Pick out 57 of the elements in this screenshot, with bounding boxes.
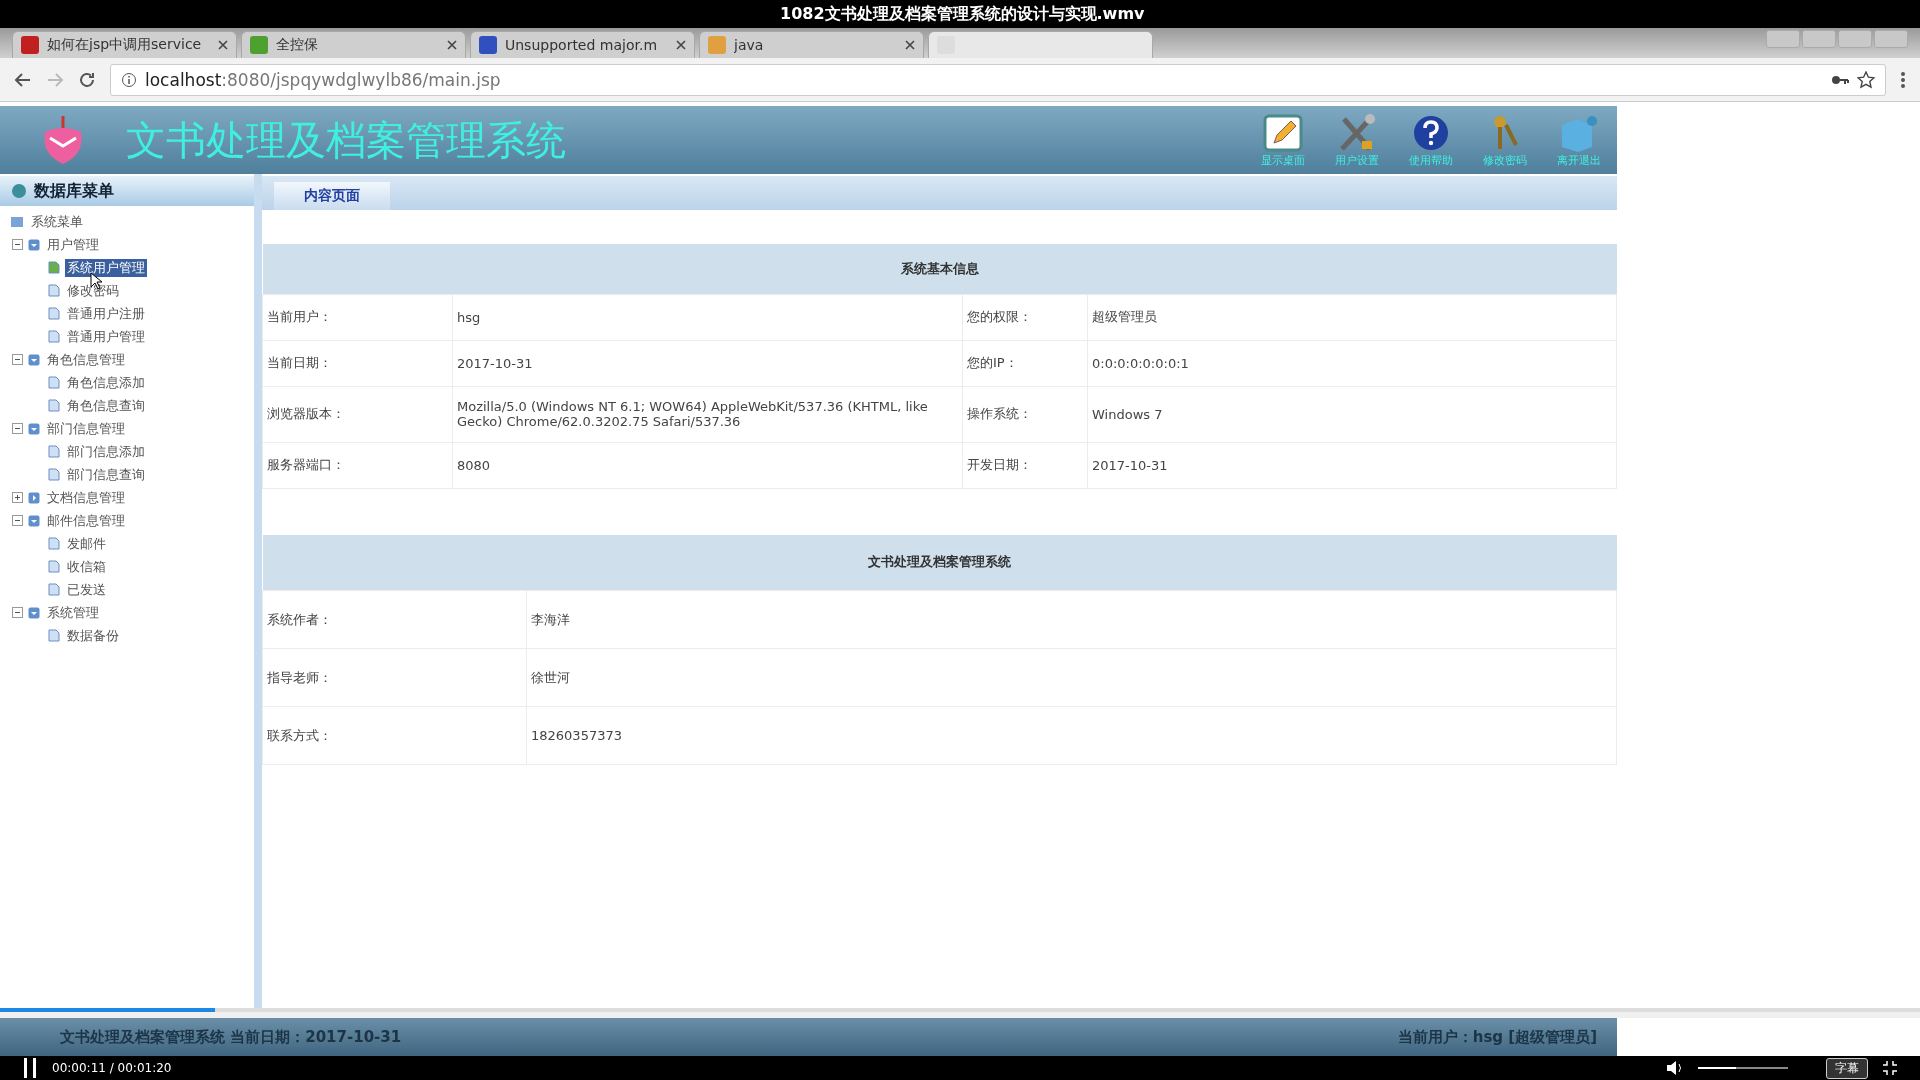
address-field[interactable]: localhost:8080/jspqywdglwylb86/main.jsp	[110, 63, 1886, 96]
field-label: 联系方式：	[262, 706, 527, 765]
tree-folder[interactable]: 部门信息管理	[45, 419, 127, 438]
browser-tab[interactable]: java	[699, 31, 924, 58]
field-label: 当前日期：	[262, 340, 453, 386]
tree-item[interactable]: 普通用户管理	[65, 327, 147, 346]
browser-tab[interactable]: Unsupported major.m	[470, 31, 695, 58]
tree-item[interactable]: 修改密码	[65, 281, 121, 300]
tree-item[interactable]: 部门信息添加	[65, 442, 147, 461]
tree-item[interactable]: 系统用户管理	[65, 258, 147, 277]
tree-item[interactable]: 数据备份	[65, 626, 121, 645]
tree-item[interactable]: 系统菜单	[29, 212, 85, 231]
field-label: 系统作者：	[262, 590, 527, 649]
content-tab[interactable]: 内容页面	[274, 182, 390, 210]
tree-folder[interactable]: 系统管理	[45, 603, 101, 622]
table-cell: 0:0:0:0:0:0:0:1	[1087, 340, 1617, 386]
table-cell: 8080	[452, 442, 963, 488]
table-cell: 2017-10-31	[452, 340, 963, 386]
field-label: 服务器端口：	[262, 442, 453, 488]
tree-item[interactable]: 已发送	[65, 580, 108, 599]
field-label: 当前用户：	[262, 294, 453, 340]
table-cell: 18260357373	[526, 706, 1617, 765]
tree-item[interactable]: 普通用户注册	[65, 304, 147, 323]
tree-item[interactable]: 角色信息添加	[65, 373, 147, 392]
field-label: 您的IP：	[962, 340, 1088, 386]
field-label: 浏览器版本：	[262, 386, 453, 442]
table-cell: 2017-10-31	[1087, 442, 1617, 488]
tree-folder[interactable]: 邮件信息管理	[45, 511, 127, 530]
tree-item[interactable]: 收信箱	[65, 557, 108, 576]
browser-tab[interactable]: 全控保	[241, 31, 466, 58]
field-label: 指导老师：	[262, 648, 527, 707]
section-header: 系统基本信息	[262, 244, 1617, 294]
table-cell: 徐世河	[526, 648, 1617, 707]
app-title: 文书处理及档案管理系统	[126, 115, 566, 165]
field-label: 操作系统：	[962, 386, 1088, 442]
tree-folder[interactable]: 文档信息管理	[45, 488, 127, 507]
tree-item[interactable]: 角色信息查询	[65, 396, 147, 415]
table-cell: Mozilla/5.0 (Windows NT 6.1; WOW64) AppleWebKit/537.36 (KHTML, like Gecko) Chrome/62.0.3202.75 Safari/537.36	[452, 386, 963, 442]
video-time: 00:00:11 / 00:01:20	[52, 1061, 172, 1075]
subtitle-button[interactable]: 字幕	[1826, 1057, 1868, 1079]
tree-folder[interactable]: 角色信息管理	[45, 350, 127, 369]
url-text: localhost:8080/jspqywdglwylb86/main.jsp	[145, 69, 501, 90]
field-label: 开发日期：	[962, 442, 1088, 488]
tree-item[interactable]: 部门信息查询	[65, 465, 147, 484]
table-cell: hsg	[452, 294, 963, 340]
status-user: 当前用户：hsg [超级管理员]	[1397, 1027, 1597, 1047]
browser-tab[interactable]: 如何在jsp中调用service	[12, 31, 237, 58]
tree-folder[interactable]: 用户管理	[45, 235, 101, 254]
table-cell: 李海洋	[526, 590, 1617, 649]
video-title: 1082文书处理及档案管理系统的设计与实现.wmv	[780, 3, 1145, 25]
field-label: 您的权限：	[962, 294, 1088, 340]
tree-item[interactable]: 发邮件	[65, 534, 108, 553]
section-header: 文书处理及档案管理系统	[262, 534, 1617, 591]
table-cell: 超级管理员	[1087, 294, 1617, 340]
sidebar-title: 数据库菜单	[34, 180, 114, 202]
status-text: 文书处理及档案管理系统 当前日期：2017-10-31	[60, 1027, 402, 1047]
table-cell: Windows 7	[1087, 386, 1617, 442]
